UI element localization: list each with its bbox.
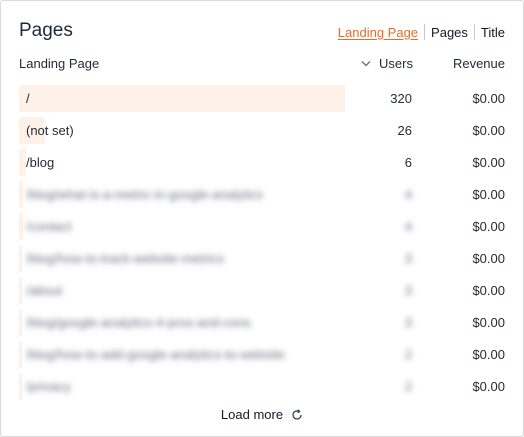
users-cell: 320: [390, 91, 412, 106]
landing-page-cell[interactable]: /contact: [26, 219, 72, 234]
users-share-bar: [19, 149, 26, 176]
users-cell: 4: [404, 187, 412, 202]
table-row[interactable]: (not set) 26 $0.00: [19, 115, 505, 147]
table-body: / 320 $0.00 (not set) 26 $0.00/blog 6 $0.00/blo…: [19, 83, 505, 403]
users-cell: 6: [404, 155, 412, 170]
refresh-icon: [291, 408, 303, 421]
load-more-label: Load more: [220, 407, 284, 422]
table-header: Landing Page Users Revenue: [19, 56, 505, 74]
landing-page-cell[interactable]: /about: [26, 283, 62, 298]
users-cell: 2: [404, 379, 412, 394]
revenue-cell: $0.00: [472, 251, 505, 266]
users-share-bar: [19, 309, 22, 336]
pages-card: Pages Landing Page Pages Title Landing P…: [0, 0, 524, 437]
revenue-cell: $0.00: [472, 315, 505, 330]
revenue-cell: $0.00: [472, 155, 505, 170]
revenue-cell: $0.00: [472, 187, 505, 202]
landing-page-cell[interactable]: (not set): [26, 123, 74, 138]
table-row[interactable]: /contact 4 $0.00: [19, 211, 505, 243]
users-cell: 4: [404, 219, 412, 234]
chevron-down-icon[interactable]: [361, 60, 371, 67]
users-cell: 3: [404, 315, 412, 330]
table-row[interactable]: /blog/how-to-add-google-analytics-to-web…: [19, 339, 505, 371]
landing-page-cell[interactable]: /privacy: [26, 379, 71, 394]
table-row[interactable]: /blog/google-analytics-4-pros-and-cons 3 $…: [19, 307, 505, 339]
revenue-cell: $0.00: [472, 91, 505, 106]
revenue-cell: $0.00: [472, 123, 505, 138]
table-row[interactable]: /blog 6 $0.00: [19, 147, 505, 179]
table-row[interactable]: /blog/how-to-track-website-metrics 3 $0.00: [19, 243, 505, 275]
tab-landing-page[interactable]: Landing Page: [338, 25, 418, 40]
load-more-button[interactable]: Load more: [1, 407, 523, 422]
landing-page-cell[interactable]: /blog/what-is-a-metric-in-google-analyti…: [26, 187, 263, 202]
users-cell: 26: [397, 123, 412, 138]
table-row[interactable]: /blog/what-is-a-metric-in-google-analyti…: [19, 179, 505, 211]
table-row[interactable]: /privacy 2 $0.00: [19, 371, 505, 403]
landing-page-cell[interactable]: /blog/how-to-track-website-metrics: [26, 251, 224, 266]
table-row[interactable]: /about 3 $0.00: [19, 275, 505, 307]
landing-page-cell[interactable]: /blog: [26, 155, 54, 170]
landing-page-cell[interactable]: /: [26, 91, 30, 106]
users-cell: 3: [404, 283, 412, 298]
landing-page-cell[interactable]: /blog/google-analytics-4-pros-and-cons: [26, 315, 251, 330]
revenue-cell: $0.00: [472, 379, 505, 394]
landing-page-cell[interactable]: /blog/how-to-add-google-analytics-to-web…: [26, 347, 285, 362]
revenue-cell: $0.00: [472, 219, 505, 234]
table-row[interactable]: / 320 $0.00: [19, 83, 505, 115]
revenue-cell: $0.00: [472, 347, 505, 362]
tab-title[interactable]: Title: [481, 25, 505, 40]
tab-pages[interactable]: Pages: [431, 25, 468, 40]
column-header-landing-page[interactable]: Landing Page: [19, 56, 99, 71]
users-share-bar: [19, 277, 22, 304]
users-share-bar: [19, 181, 23, 208]
users-share-bar: [19, 213, 23, 240]
users-share-bar: [19, 245, 22, 272]
users-cell: 2: [404, 347, 412, 362]
card-title: Pages: [19, 20, 73, 41]
dimension-tabs: Landing Page Pages Title: [338, 24, 505, 40]
column-header-users-label: Users: [379, 56, 413, 71]
tab-divider: [473, 24, 475, 40]
revenue-cell: $0.00: [472, 283, 505, 298]
users-cell: 3: [404, 251, 412, 266]
users-share-bar: [19, 85, 345, 112]
users-share-bar: [19, 341, 22, 368]
column-header-users[interactable]: Users: [361, 56, 413, 71]
tab-divider: [424, 24, 426, 40]
column-header-revenue[interactable]: Revenue: [453, 56, 505, 71]
users-share-bar: [19, 373, 22, 400]
